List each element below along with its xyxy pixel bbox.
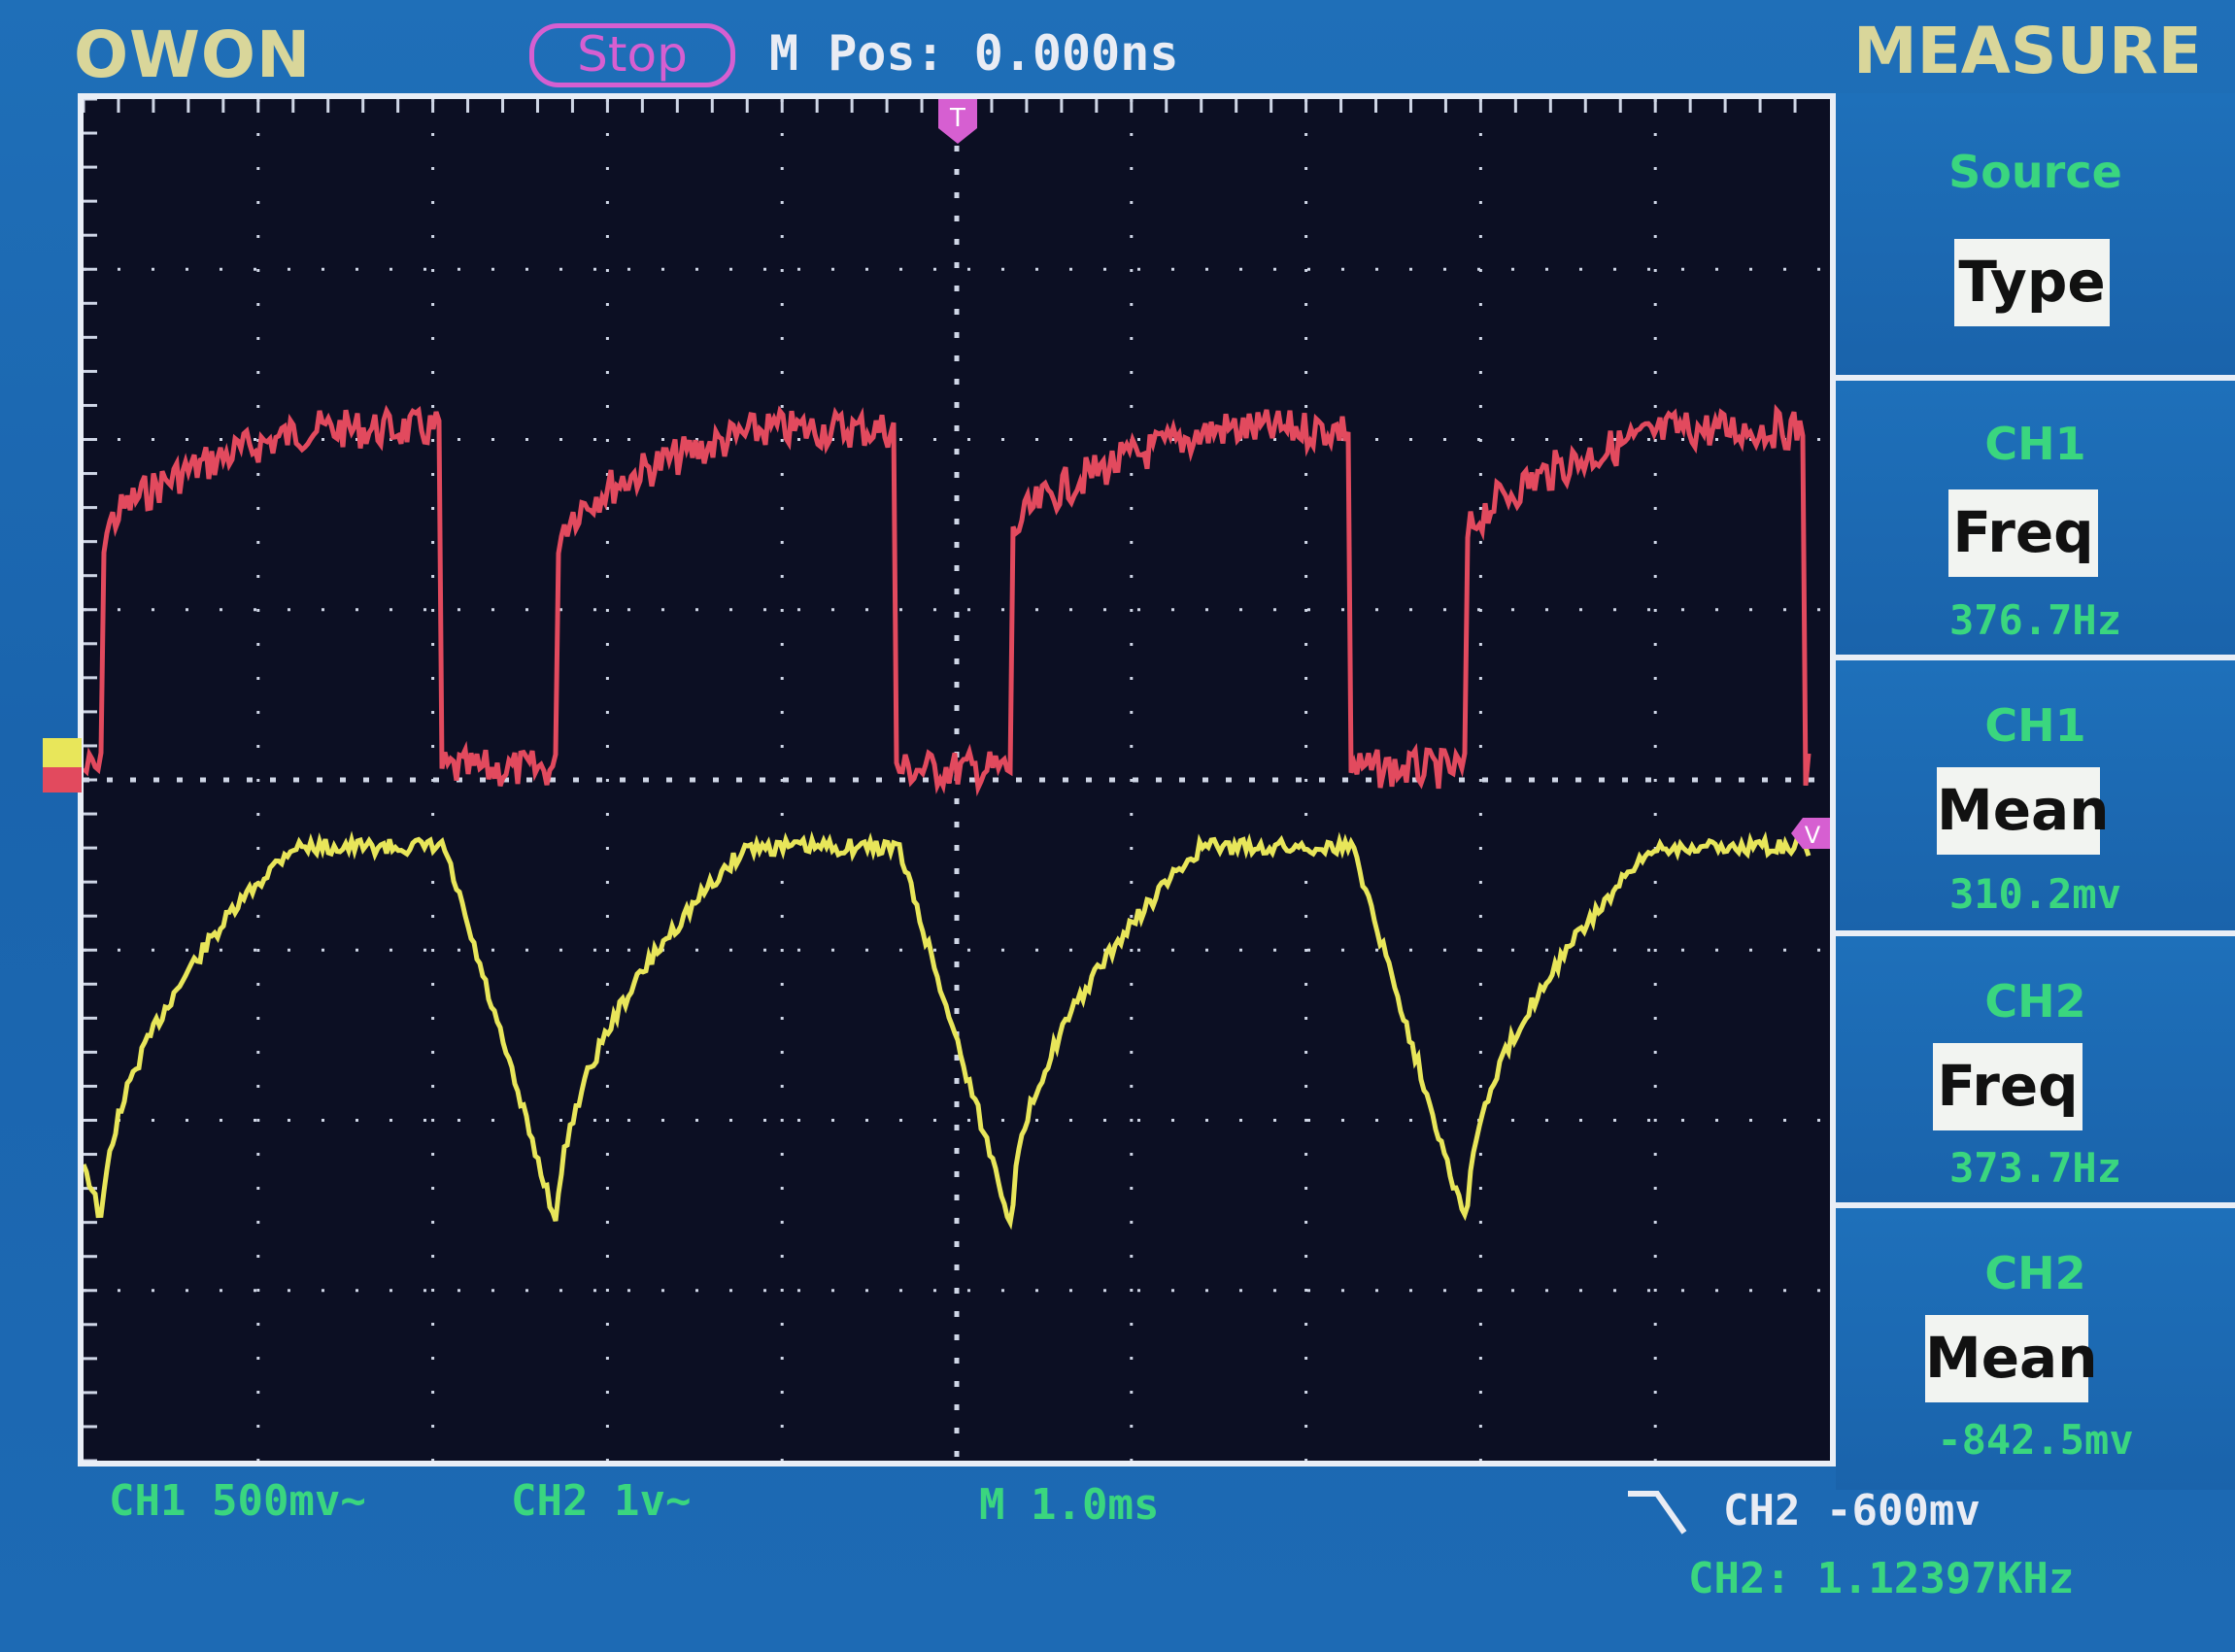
menu-title: MEASURE (1853, 14, 2202, 88)
slot-3-channel: CH2 (1984, 975, 2086, 1028)
timebase-readout: M 1.0ms (979, 1480, 1160, 1530)
horizontal-position-readout: M Pos: 0.000ns (769, 25, 1179, 82)
slot-2-type-button[interactable]: Mean (1937, 767, 2109, 855)
measure-slot-1[interactable]: CH1 Freq 376.7Hz (1836, 381, 2235, 660)
ch1-trace (84, 403, 1812, 797)
brand-logo: OWON (74, 17, 312, 92)
ch1-scale: CH1 500mv~ (109, 1476, 366, 1526)
measure-slot-3[interactable]: CH2 Freq 373.7Hz (1836, 936, 2235, 1208)
slot-1-value: 376.7Hz (1948, 596, 2121, 644)
slot-2-channel: CH1 (1984, 699, 2086, 752)
measure-slot-4[interactable]: CH2 Mean -842.5mv (1836, 1208, 2235, 1490)
oscilloscope-display: OWON Stop M Pos: 0.000ns MEASURE TV Sour… (0, 0, 2235, 1652)
ch2-ground-marker[interactable] (43, 738, 82, 767)
slot-3-type-button[interactable]: Freq (1933, 1043, 2083, 1130)
slot-1-channel: CH1 (1984, 418, 2086, 470)
source-label: Source (1948, 146, 2122, 198)
slot-4-channel: CH2 (1984, 1247, 2086, 1299)
waveform-screen: TV (78, 93, 1836, 1467)
ch2-trace (84, 830, 1812, 1231)
falling-edge-icon (1628, 1491, 1687, 1534)
trigger-top-label: T (949, 104, 965, 133)
slot-4-type-button[interactable]: Mean (1925, 1315, 2097, 1402)
ch2-scale: CH2 1v~ (511, 1476, 692, 1526)
slot-4-value: -842.5mv (1937, 1416, 2134, 1464)
graticule: TV (84, 99, 1830, 1461)
trigger-position-marker: T (938, 99, 977, 144)
trigger-level-label: V (1805, 822, 1821, 849)
slot-1-type-button[interactable]: Freq (1948, 489, 2098, 577)
slot-2-value: 310.2mv (1948, 870, 2121, 918)
trigger-frequency: CH2: 1.12397KHz (1688, 1554, 2075, 1603)
type-button[interactable]: Type (1954, 239, 2110, 326)
trigger-setting: CH2 -600mv (1723, 1486, 1981, 1535)
run-stop-indicator[interactable]: Stop (529, 23, 735, 87)
menu-item-source-type[interactable]: Source Type (1836, 93, 2235, 381)
ch1-ground-marker[interactable] (43, 767, 82, 792)
measure-slot-2[interactable]: CH1 Mean 310.2mv (1836, 660, 2235, 936)
slot-3-value: 373.7Hz (1948, 1144, 2121, 1192)
